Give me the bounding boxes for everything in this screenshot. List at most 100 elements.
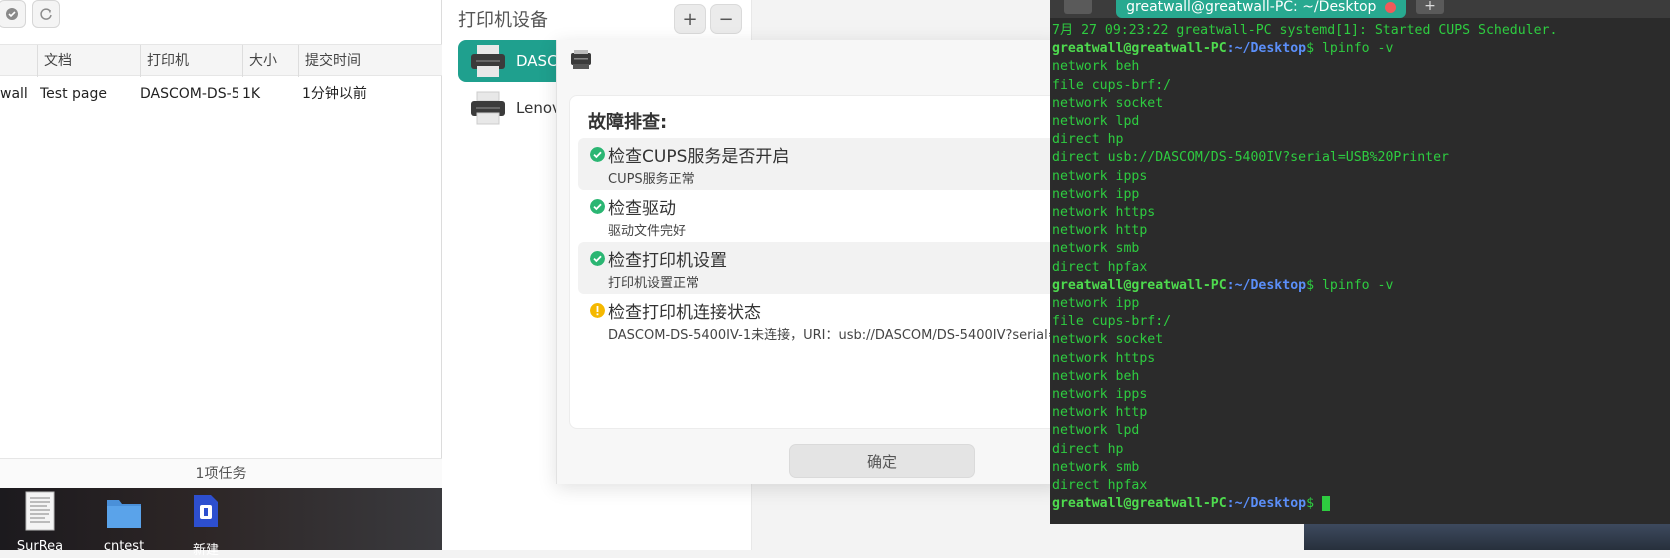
ok-button[interactable]: 确定 <box>789 444 975 478</box>
column-printer[interactable]: 打印机 <box>140 45 249 77</box>
print-queue-window: 文档 打印机 大小 提交时间 wall Test page DASCOM-DS-… <box>0 0 442 488</box>
prompt-user: greatwall@greatwall-PC <box>1052 41 1227 57</box>
cell-user: wall <box>0 86 28 102</box>
terminal-titlebar: greatwall@greatwall-PC: ~/Desktop + <box>1050 0 1670 18</box>
queue-table-header: 文档 打印机 大小 提交时间 <box>0 44 442 77</box>
printer-label: Lenov <box>516 99 561 117</box>
check-description: 驱动文件完好 <box>608 224 687 239</box>
success-icon <box>590 251 605 266</box>
success-icon <box>590 147 605 162</box>
folder-icon <box>107 500 141 528</box>
terminal-line: network beh <box>1052 59 1140 75</box>
table-row[interactable]: wall Test page DASCOM-DS-540 1K 1分钟以前 <box>0 77 442 111</box>
terminal-line: network beh <box>1052 368 1140 384</box>
terminal-line: network http <box>1052 223 1148 239</box>
desktop-icon-new[interactable]: 新建 <box>166 491 246 558</box>
terminal-line: file cups-brf:/ <box>1052 314 1172 330</box>
warning-icon <box>590 303 605 318</box>
queue-status-bar: 1项任务 <box>0 458 442 488</box>
desktop-icon-cntest[interactable]: cntest <box>84 491 164 554</box>
column-document[interactable]: 文档 <box>37 45 148 77</box>
terminal-output[interactable]: 7月 27 09:23:22 greatwall-PC systemd[1]: … <box>1050 22 1670 524</box>
terminal-line: network lpd <box>1052 114 1140 129</box>
terminal-line: network ipp <box>1052 296 1140 311</box>
troubleshoot-dialog: 故障排查: 检查CUPS服务是否开启 CUPS服务正常 检查驱动 驱动文件完好 … <box>556 40 1061 484</box>
new-tab-button[interactable]: + <box>1416 0 1444 14</box>
check-title: 检查CUPS服务是否开启 <box>608 147 790 167</box>
check-item-connection: 检查打印机连接状态 DASCOM-DS-5400IV-1未连接，URI：usb:… <box>578 294 1060 346</box>
terminal-line: network lpd <box>1052 423 1140 439</box>
terminal-line: file cups-brf:/ <box>1052 77 1172 93</box>
document-icon <box>25 491 55 531</box>
terminal-line: direct hp <box>1052 132 1124 148</box>
column-size[interactable]: 大小 <box>242 45 305 77</box>
desktop-icon-label: cntest <box>103 539 145 554</box>
check-item-cups: 检查CUPS服务是否开启 CUPS服务正常 <box>578 138 1060 190</box>
cell-size: 1K <box>242 86 261 102</box>
terminal-line: network https <box>1052 205 1156 220</box>
terminal-line: direct hpfax <box>1052 478 1148 493</box>
refresh-button[interactable] <box>32 0 60 28</box>
terminal-line: network smb <box>1052 241 1140 257</box>
terminal-line: network ipps <box>1052 168 1148 184</box>
prompt-user: greatwall@greatwall-PC <box>1052 496 1227 512</box>
terminal-line: network smb <box>1052 459 1140 475</box>
terminal-prompt-line: greatwall@greatwall-PC:~/Desktop$ lpinfo… <box>1052 277 1393 295</box>
check-description: 打印机设置正常 <box>608 276 700 291</box>
cell-printer: DASCOM-DS-540 <box>140 86 238 102</box>
terminal-line: network ipp <box>1052 186 1140 202</box>
desktop-icon-label: 新建 <box>192 543 219 558</box>
terminal-window[interactable]: greatwall@greatwall-PC: ~/Desktop + 7月 2… <box>1050 0 1670 524</box>
check-title: 检查打印机连接状态 <box>608 303 761 323</box>
prompt-command: $ lpinfo -v <box>1306 41 1394 57</box>
column-submit-time[interactable]: 提交时间 <box>298 45 449 77</box>
printer-icon <box>571 50 591 69</box>
prompt-path: :~/Desktop <box>1226 41 1307 57</box>
toolbar-button[interactable] <box>0 0 26 28</box>
prompt-command: $ lpinfo -v <box>1306 277 1394 293</box>
check-description: DASCOM-DS-5400IV-1未连接，URI：usb://DASCOM/D… <box>608 328 1060 343</box>
add-printer-button[interactable]: + <box>674 4 706 34</box>
check-item-settings: 检查打印机设置 打印机设置正常 <box>578 242 1060 294</box>
desktop-icon-surrea[interactable]: SurRea <box>0 491 80 554</box>
check-title: 检查驱动 <box>608 199 676 219</box>
terminal-line: network socket <box>1052 95 1164 111</box>
terminal-line: direct usb://DASCOM/DS-5400IV?serial=USB… <box>1052 150 1449 166</box>
terminal-line: network https <box>1052 350 1156 366</box>
terminal-prompt-line: greatwall@greatwall-PC:~/Desktop$ <box>1052 495 1330 513</box>
success-icon <box>590 199 605 214</box>
terminal-line: direct hpfax <box>1052 259 1148 275</box>
terminal-line: 7月 27 09:23:22 greatwall-PC systemd[1]: … <box>1052 23 1558 38</box>
terminal-line: network socket <box>1052 332 1164 348</box>
close-tab-icon[interactable] <box>1384 1 1396 13</box>
terminal-tab-title: greatwall@greatwall-PC: ~/Desktop <box>1126 0 1377 15</box>
remove-printer-button[interactable]: − <box>710 4 742 34</box>
prompt-path: :~/Desktop <box>1226 277 1307 293</box>
troubleshoot-title: 故障排查: <box>588 112 668 133</box>
desktop-wallpaper <box>1304 524 1670 550</box>
check-circle-icon <box>6 8 18 20</box>
check-title: 检查打印机设置 <box>608 251 727 271</box>
check-description: CUPS服务正常 <box>608 172 695 187</box>
cell-submit-time: 1分钟以前 <box>302 86 367 102</box>
cell-document: Test page <box>40 86 107 102</box>
terminal-prompt-line: greatwall@greatwall-PC:~/Desktop$ lpinfo… <box>1052 40 1393 58</box>
printer-icon <box>471 91 505 125</box>
terminal-cursor <box>1321 495 1330 511</box>
panel-title: 打印机设备 <box>458 10 548 31</box>
prompt-path: :~/Desktop <box>1226 496 1307 512</box>
desktop-area: SurRea cntest 新建 <box>0 488 442 558</box>
terminal-line: direct hp <box>1052 441 1124 457</box>
desktop-icon-label: SurRea <box>16 539 64 554</box>
prompt-command: $ <box>1306 496 1322 512</box>
terminal-menu-button[interactable] <box>1064 0 1092 14</box>
terminal-line: network ipps <box>1052 387 1148 402</box>
troubleshoot-card: 故障排查: 检查CUPS服务是否开启 CUPS服务正常 检查驱动 驱动文件完好 … <box>569 95 1060 429</box>
check-item-driver: 检查驱动 驱动文件完好 <box>578 190 1060 242</box>
printer-icon <box>471 45 505 77</box>
prompt-user: greatwall@greatwall-PC <box>1052 277 1227 293</box>
terminal-tab[interactable]: greatwall@greatwall-PC: ~/Desktop <box>1116 0 1406 18</box>
refresh-icon <box>40 8 52 20</box>
terminal-line: network http <box>1052 405 1148 421</box>
office-doc-icon <box>194 495 218 527</box>
